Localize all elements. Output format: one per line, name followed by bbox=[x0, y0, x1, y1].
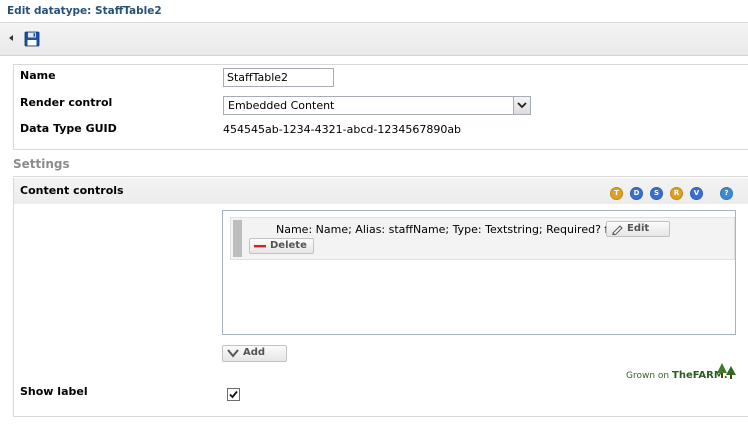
render-control-value: Embedded Content bbox=[228, 99, 335, 112]
pencil-icon bbox=[612, 225, 623, 235]
settings-title: Settings bbox=[13, 157, 70, 171]
drag-handle[interactable] bbox=[233, 220, 242, 257]
tree-logo-icon bbox=[717, 363, 736, 379]
edit-label: Edit bbox=[627, 223, 650, 234]
guid-label: Data Type GUID bbox=[20, 122, 117, 135]
checkmark-icon bbox=[229, 390, 238, 399]
item-description: Name: Name; Alias: staffName; Type: Text… bbox=[276, 223, 635, 236]
title-bar: Edit datatype: StaffTable2 bbox=[0, 0, 748, 23]
left-arrow-icon[interactable] bbox=[9, 35, 13, 41]
toolbar bbox=[0, 23, 748, 56]
content-controls-label: Content controls bbox=[20, 184, 124, 197]
help-icon[interactable]: ? bbox=[720, 187, 733, 200]
add-button[interactable]: Add bbox=[222, 345, 287, 362]
edit-button[interactable]: Edit bbox=[606, 221, 670, 237]
chevron-down-icon bbox=[227, 349, 239, 358]
properties-panel: Name StaffTable2 Render control Embedded… bbox=[13, 64, 748, 150]
type-v-icon[interactable]: V bbox=[690, 187, 703, 200]
add-label: Add bbox=[243, 347, 266, 358]
guid-value: 454545ab-1234-4321-abcd-1234567890ab bbox=[223, 123, 462, 136]
delete-button[interactable]: Delete bbox=[249, 238, 314, 254]
minus-icon bbox=[254, 245, 266, 248]
name-label: Name bbox=[20, 69, 56, 82]
footer-brand: Grown on TheFARM. bbox=[626, 370, 728, 381]
show-label-checkbox[interactable] bbox=[227, 388, 240, 401]
footer-text: Grown on bbox=[626, 371, 670, 381]
floppy-disk-icon[interactable] bbox=[24, 31, 40, 47]
render-control-label: Render control bbox=[20, 96, 113, 109]
divider bbox=[13, 176, 748, 177]
name-input[interactable]: StaffTable2 bbox=[223, 68, 334, 87]
type-r-icon[interactable]: R bbox=[670, 187, 683, 200]
chevron-down-icon[interactable] bbox=[513, 97, 530, 114]
delete-label: Delete bbox=[270, 240, 307, 251]
show-label-label: Show label bbox=[20, 385, 88, 398]
type-date-icon[interactable]: D bbox=[630, 187, 643, 200]
page-title: Edit datatype: StaffTable2 bbox=[7, 5, 162, 17]
type-s-icon[interactable]: S bbox=[650, 187, 663, 200]
render-control-select[interactable]: Embedded Content bbox=[223, 96, 531, 115]
type-textstring-icon[interactable]: T bbox=[610, 187, 623, 200]
